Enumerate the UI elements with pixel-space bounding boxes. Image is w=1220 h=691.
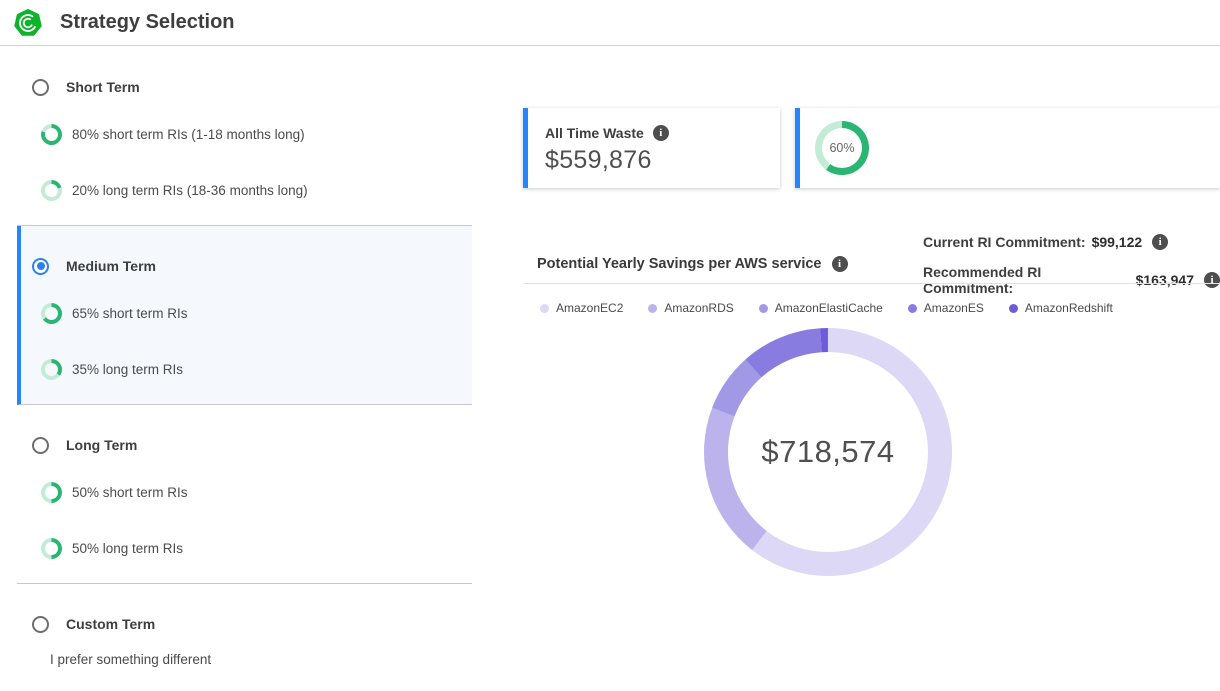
legend-dot-icon <box>1009 304 1018 313</box>
ri-commitment-card: 60% Current RI Commitment: $99,122 i Rec… <box>795 108 1220 188</box>
strategy-selection-page: Strategy Selection Short Term 80% short … <box>0 0 1220 691</box>
strategy-label: Long Term <box>66 437 137 453</box>
chart-legend: AmazonEC2 AmazonRDS AmazonElastiCache Amazo… <box>540 301 1113 315</box>
strategy-detail-label: 50% long term RIs <box>72 541 183 556</box>
strategy-detail-label: 50% short term RIs <box>72 485 188 500</box>
info-icon[interactable]: i <box>653 125 669 141</box>
strategy-detail-label: 65% short term RIs <box>72 306 188 321</box>
cloudcheckr-logo-icon <box>14 9 42 37</box>
strategy-option-custom-term[interactable]: Custom Term <box>32 615 155 633</box>
commitment-gauge-icon: 60% <box>815 121 869 175</box>
legend-label: AmazonRDS <box>664 301 733 315</box>
chart-divider <box>523 283 1220 284</box>
radio-medium-term[interactable] <box>32 258 49 275</box>
radio-short-term[interactable] <box>32 79 49 96</box>
all-time-waste-value: $559,876 <box>545 146 652 175</box>
custom-term-description: I prefer something different <box>50 652 211 667</box>
strategy-detail-row: 20% long term RIs (18-36 months long) <box>41 179 308 201</box>
percent-ring-icon <box>41 482 62 503</box>
strategy-option-medium-term[interactable]: Medium Term <box>32 257 156 275</box>
recommended-ri-commitment-label: Recommended RI Commitment: <box>923 264 1130 296</box>
strategy-detail-label: 35% long term RIs <box>72 362 183 377</box>
legend-dot-icon <box>759 304 768 313</box>
current-ri-commitment-label: Current RI Commitment: <box>923 234 1086 250</box>
radio-custom-term[interactable] <box>32 616 49 633</box>
page-header: Strategy Selection <box>0 0 1220 46</box>
strategy-label: Custom Term <box>66 616 155 632</box>
legend-item-AmazonES[interactable]: AmazonES <box>908 301 984 315</box>
strategy-option-short-term[interactable]: Short Term <box>32 78 140 96</box>
percent-ring-icon <box>41 359 62 380</box>
legend-label: AmazonES <box>924 301 984 315</box>
strategy-detail-label: 80% short term RIs (1-18 months long) <box>72 127 305 142</box>
recommended-ri-commitment-value: $163,947 <box>1136 272 1194 288</box>
info-icon[interactable]: i <box>1204 272 1220 288</box>
strategy-detail-row: 50% long term RIs <box>41 537 183 559</box>
all-time-waste-card: All Time Waste i $559,876 <box>523 108 780 188</box>
legend-dot-icon <box>540 304 549 313</box>
all-time-waste-label: All Time Waste <box>545 125 644 141</box>
recommended-ri-commitment-row: Recommended RI Commitment: $163,947 i <box>923 264 1220 296</box>
percent-ring-icon <box>41 180 62 201</box>
strategy-detail-row: 50% short term RIs <box>41 481 188 503</box>
percent-ring-icon <box>41 303 62 324</box>
section-divider <box>17 583 472 584</box>
radio-long-term[interactable] <box>32 437 49 454</box>
current-ri-commitment-value: $99,122 <box>1092 234 1143 250</box>
legend-item-AmazonRedshift[interactable]: AmazonRedshift <box>1009 301 1113 315</box>
strategy-label: Short Term <box>66 79 140 95</box>
strategy-label: Medium Term <box>66 258 156 274</box>
commitment-gauge-value: 60% <box>822 128 862 168</box>
chart-title: Potential Yearly Savings per AWS service <box>537 256 822 272</box>
chart-header: Potential Yearly Savings per AWS service… <box>537 256 848 272</box>
legend-label: AmazonRedshift <box>1025 301 1113 315</box>
percent-ring-icon <box>41 124 62 145</box>
info-icon[interactable]: i <box>832 256 848 272</box>
strategy-detail-label: 20% long term RIs (18-36 months long) <box>72 183 308 198</box>
legend-label: AmazonElastiCache <box>775 301 883 315</box>
info-icon[interactable]: i <box>1152 234 1168 250</box>
legend-item-AmazonEC2[interactable]: AmazonEC2 <box>540 301 623 315</box>
strategy-detail-row: 80% short term RIs (1-18 months long) <box>41 123 305 145</box>
donut-center-total: $718,574 <box>698 322 958 582</box>
current-ri-commitment-row: Current RI Commitment: $99,122 i <box>923 234 1168 250</box>
legend-item-AmazonElastiCache[interactable]: AmazonElastiCache <box>759 301 883 315</box>
savings-donut-chart: $718,574 <box>698 322 958 582</box>
legend-item-AmazonRDS[interactable]: AmazonRDS <box>648 301 733 315</box>
strategy-detail-row: 65% short term RIs <box>41 302 188 324</box>
strategy-detail-row: 35% long term RIs <box>41 358 183 380</box>
legend-dot-icon <box>648 304 657 313</box>
strategy-option-long-term[interactable]: Long Term <box>32 436 137 454</box>
legend-dot-icon <box>908 304 917 313</box>
legend-label: AmazonEC2 <box>556 301 623 315</box>
percent-ring-icon <box>41 538 62 559</box>
page-title: Strategy Selection <box>60 0 235 45</box>
